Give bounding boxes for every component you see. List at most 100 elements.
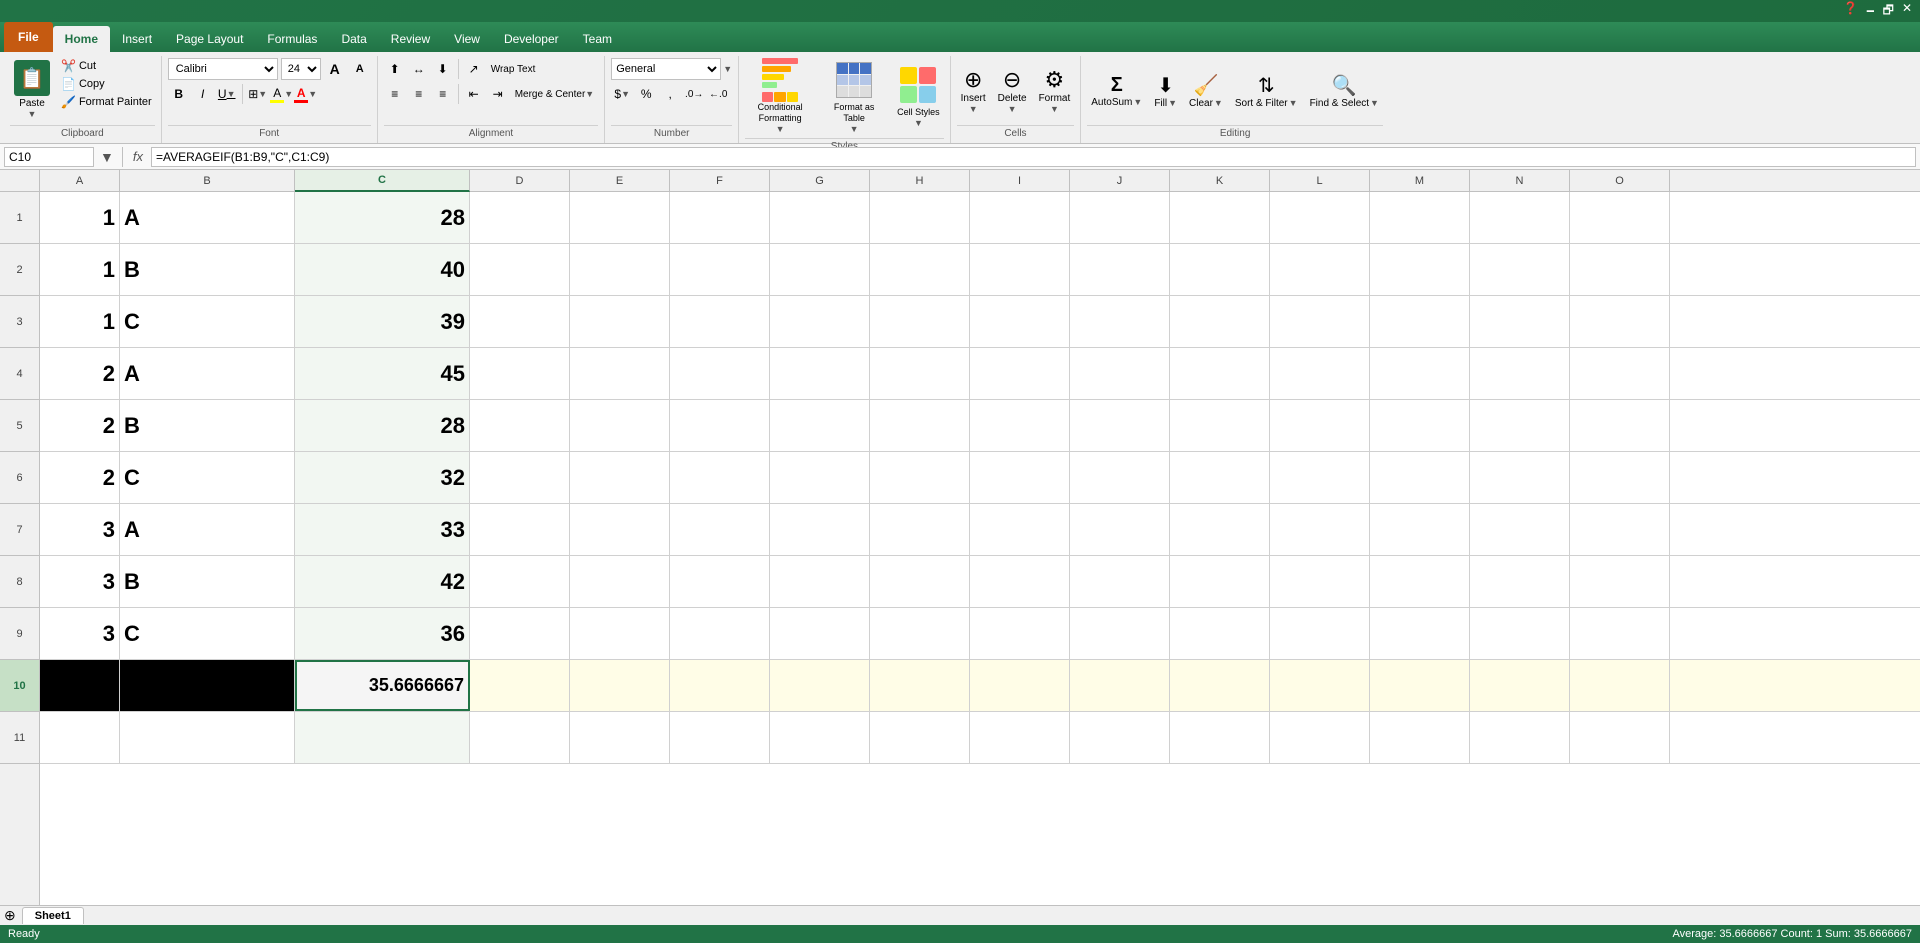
cell-i8[interactable]	[970, 556, 1070, 607]
cell-k6[interactable]	[1170, 452, 1270, 503]
cell-g5[interactable]	[770, 400, 870, 451]
insert-cells-button[interactable]: ⊕ Insert ▼	[957, 65, 990, 116]
cell-d10[interactable]	[470, 660, 570, 711]
cell-h10[interactable]	[870, 660, 970, 711]
cell-n4[interactable]	[1470, 348, 1570, 399]
cell-f1[interactable]	[670, 192, 770, 243]
cell-styles-button[interactable]: Cell Styles ▼	[893, 63, 944, 130]
cell-d2[interactable]	[470, 244, 570, 295]
cell-a9[interactable]: 3	[40, 608, 120, 659]
col-header-i[interactable]: I	[970, 170, 1070, 192]
row-header-6[interactable]: 6	[0, 452, 39, 504]
cell-j11[interactable]	[1070, 712, 1170, 763]
cell-a7[interactable]: 3	[40, 504, 120, 555]
cell-j9[interactable]	[1070, 608, 1170, 659]
cell-o5[interactable]	[1570, 400, 1670, 451]
cell-o4[interactable]	[1570, 348, 1670, 399]
cell-k2[interactable]	[1170, 244, 1270, 295]
cell-b3[interactable]: C	[120, 296, 295, 347]
row-header-7[interactable]: 7	[0, 504, 39, 556]
cell-g7[interactable]	[770, 504, 870, 555]
delete-cells-button[interactable]: ⊖ Delete ▼	[994, 65, 1031, 116]
cell-h5[interactable]	[870, 400, 970, 451]
cell-h4[interactable]	[870, 348, 970, 399]
increase-indent-button[interactable]: ⇥	[487, 83, 509, 105]
tab-view[interactable]: View	[442, 26, 492, 52]
cell-j1[interactable]	[1070, 192, 1170, 243]
cell-i2[interactable]	[970, 244, 1070, 295]
cell-l11[interactable]	[1270, 712, 1370, 763]
cell-f7[interactable]	[670, 504, 770, 555]
cell-c7[interactable]: 33	[295, 504, 470, 555]
tab-page-layout[interactable]: Page Layout	[164, 26, 255, 52]
cell-o10[interactable]	[1570, 660, 1670, 711]
cell-f9[interactable]	[670, 608, 770, 659]
close-icon[interactable]: ✕	[1902, 1, 1912, 22]
cell-k10[interactable]	[1170, 660, 1270, 711]
cell-i1[interactable]	[970, 192, 1070, 243]
cell-e6[interactable]	[570, 452, 670, 503]
cell-e10[interactable]	[570, 660, 670, 711]
restore-icon[interactable]: 🗗	[1883, 1, 1894, 22]
cell-m11[interactable]	[1370, 712, 1470, 763]
row-header-8[interactable]: 8	[0, 556, 39, 608]
cell-n10[interactable]	[1470, 660, 1570, 711]
cell-e11[interactable]	[570, 712, 670, 763]
cell-o8[interactable]	[1570, 556, 1670, 607]
cell-c8[interactable]: 42	[295, 556, 470, 607]
cell-k4[interactable]	[1170, 348, 1270, 399]
cell-b8[interactable]: B	[120, 556, 295, 607]
tab-formulas[interactable]: Formulas	[255, 26, 329, 52]
col-header-a[interactable]: A	[40, 170, 120, 192]
cell-n7[interactable]	[1470, 504, 1570, 555]
cell-a10[interactable]	[40, 660, 120, 711]
cell-i6[interactable]	[970, 452, 1070, 503]
cell-e5[interactable]	[570, 400, 670, 451]
col-header-g[interactable]: G	[770, 170, 870, 192]
cell-i5[interactable]	[970, 400, 1070, 451]
conditional-formatting-button[interactable]: Conditional Formatting ▼	[745, 58, 815, 136]
cell-f6[interactable]	[670, 452, 770, 503]
cell-k5[interactable]	[1170, 400, 1270, 451]
cell-g4[interactable]	[770, 348, 870, 399]
align-bottom-button[interactable]: ⬇	[432, 58, 454, 80]
cell-k9[interactable]	[1170, 608, 1270, 659]
cell-e2[interactable]	[570, 244, 670, 295]
cell-l7[interactable]	[1270, 504, 1370, 555]
cell-i9[interactable]	[970, 608, 1070, 659]
col-header-e[interactable]: E	[570, 170, 670, 192]
italic-button[interactable]: I	[192, 83, 214, 105]
font-size-select[interactable]: 24	[281, 58, 321, 80]
tab-home[interactable]: Home	[53, 26, 110, 52]
cell-a5[interactable]: 2	[40, 400, 120, 451]
cell-h9[interactable]	[870, 608, 970, 659]
cell-n6[interactable]	[1470, 452, 1570, 503]
cell-o3[interactable]	[1570, 296, 1670, 347]
cell-j7[interactable]	[1070, 504, 1170, 555]
cell-b10[interactable]	[120, 660, 295, 711]
cell-a2[interactable]: 1	[40, 244, 120, 295]
cell-k1[interactable]	[1170, 192, 1270, 243]
col-header-o[interactable]: O	[1570, 170, 1670, 192]
cell-m2[interactable]	[1370, 244, 1470, 295]
cut-button[interactable]: ✂️ Cut	[58, 58, 155, 74]
row-header-3[interactable]: 3	[0, 296, 39, 348]
cell-m10[interactable]	[1370, 660, 1470, 711]
format-cells-button[interactable]: ⚙ Format ▼	[1035, 65, 1075, 116]
increase-decimal-button[interactable]: .0→	[683, 83, 705, 105]
cell-i3[interactable]	[970, 296, 1070, 347]
cell-a11[interactable]	[40, 712, 120, 763]
cell-d1[interactable]	[470, 192, 570, 243]
cell-g3[interactable]	[770, 296, 870, 347]
col-header-n[interactable]: N	[1470, 170, 1570, 192]
cell-d9[interactable]	[470, 608, 570, 659]
col-header-j[interactable]: J	[1070, 170, 1170, 192]
cell-l6[interactable]	[1270, 452, 1370, 503]
cell-c3[interactable]: 39	[295, 296, 470, 347]
row-header-9[interactable]: 9	[0, 608, 39, 660]
cell-l2[interactable]	[1270, 244, 1370, 295]
fill-color-button[interactable]: A ▼	[271, 83, 293, 105]
cell-c6[interactable]: 32	[295, 452, 470, 503]
cell-n11[interactable]	[1470, 712, 1570, 763]
cell-l5[interactable]	[1270, 400, 1370, 451]
